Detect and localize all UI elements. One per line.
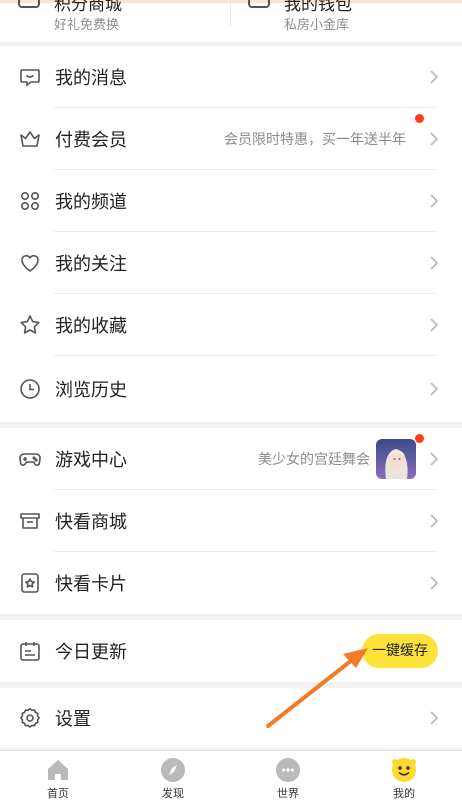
shortcut-divider (230, 0, 231, 26)
menu-item-label: 付费会员 (55, 130, 127, 151)
discover-icon (160, 757, 186, 783)
chevron-right-icon (428, 512, 440, 530)
menu-item-channels[interactable]: 我的频道 (0, 170, 462, 232)
tab-discover[interactable]: 发现 (143, 751, 203, 800)
wallet-subtitle: 私房小金库 (284, 18, 350, 33)
tab-label: 世界 (277, 787, 299, 800)
world-icon (275, 757, 301, 783)
me-icon (391, 757, 417, 783)
settings-card: 设置 (0, 688, 462, 748)
menu-item-label: 我的消息 (55, 68, 127, 89)
menu-item-label: 浏览历史 (55, 380, 127, 401)
tab-label: 我的 (393, 787, 415, 800)
menu-item-label: 快看卡片 (55, 574, 127, 595)
game-promo-text: 美少女的宫廷舞会 (258, 452, 370, 468)
wallet-title: 我的钱包 (284, 0, 352, 15)
points-mall-subtitle: 好礼免费换 (54, 18, 120, 33)
gift-icon (18, 0, 40, 8)
chevron-right-icon (428, 192, 440, 210)
today-update-card: 今日更新 一键缓存 (0, 620, 462, 682)
home-icon (45, 757, 71, 783)
settings-icon (18, 706, 42, 730)
chevron-right-icon (428, 574, 440, 592)
chevron-right-icon (428, 316, 440, 334)
bottom-tab-bar: 首页 发现 世界 我的 (0, 750, 462, 800)
wallet-shortcut[interactable]: 我的钱包 私房小金库 (248, 0, 448, 42)
menu-item-game-center[interactable]: 游戏中心 美少女的宫廷舞会 (0, 428, 462, 490)
crown-icon (18, 127, 42, 151)
menu-item-label: 我的频道 (55, 192, 127, 213)
tab-world[interactable]: 世界 (258, 751, 318, 800)
game-thumbnail (376, 439, 416, 479)
red-dot-badge (415, 114, 424, 123)
one-click-cache-button[interactable]: 一键缓存 (362, 634, 438, 668)
tab-label: 发现 (162, 787, 184, 800)
card-icon (18, 571, 42, 595)
chevron-right-icon (428, 130, 440, 148)
top-shortcuts-card: 积分商城 好礼免费换 我的钱包 私房小金库 (0, 0, 462, 42)
wallet-icon (248, 0, 270, 8)
menu-item-today-update[interactable]: 今日更新 一键缓存 (0, 620, 462, 682)
menu-item-favorites[interactable]: 我的收藏 (0, 294, 462, 356)
clock-icon (18, 377, 42, 401)
menu-item-label: 设置 (55, 709, 91, 730)
menu-group-account: 我的消息 付费会员 会员限时特惠，买一年送半年 我的频道 我的关注 我的收藏 浏… (0, 46, 462, 422)
menu-item-label: 今日更新 (55, 642, 127, 663)
store-icon (18, 509, 42, 533)
vip-promo-text: 会员限时特惠，买一年送半年 (224, 132, 406, 148)
menu-item-vip[interactable]: 付费会员 会员限时特惠，买一年送半年 (0, 108, 462, 170)
menu-item-following[interactable]: 我的关注 (0, 232, 462, 294)
star-icon (18, 313, 42, 337)
menu-group-services: 游戏中心 美少女的宫廷舞会 快看商城 快看卡片 (0, 428, 462, 614)
tab-me[interactable]: 我的 (374, 751, 434, 800)
red-dot-badge (415, 434, 424, 443)
grid-icon (18, 189, 42, 213)
gamepad-icon (18, 447, 42, 471)
menu-item-cards[interactable]: 快看卡片 (0, 552, 462, 614)
calendar-icon (18, 639, 42, 663)
menu-item-label: 游戏中心 (55, 450, 127, 471)
chevron-right-icon (428, 68, 440, 86)
message-icon (18, 65, 42, 89)
chevron-right-icon (428, 254, 440, 272)
points-mall-title: 积分商城 (54, 0, 122, 15)
points-mall-shortcut[interactable]: 积分商城 好礼免费换 (18, 0, 218, 42)
menu-item-messages[interactable]: 我的消息 (0, 46, 462, 108)
chevron-right-icon (428, 380, 440, 398)
chevron-right-icon (428, 709, 440, 727)
menu-item-settings[interactable]: 设置 (0, 688, 462, 748)
menu-item-label: 我的收藏 (55, 316, 127, 337)
menu-item-store[interactable]: 快看商城 (0, 490, 462, 552)
menu-item-history[interactable]: 浏览历史 (0, 356, 462, 422)
heart-icon (18, 251, 42, 275)
chevron-right-icon (428, 450, 440, 468)
tab-label: 首页 (47, 787, 69, 800)
menu-item-label: 快看商城 (55, 512, 127, 533)
menu-item-label: 我的关注 (55, 254, 127, 275)
tab-home[interactable]: 首页 (28, 751, 88, 800)
